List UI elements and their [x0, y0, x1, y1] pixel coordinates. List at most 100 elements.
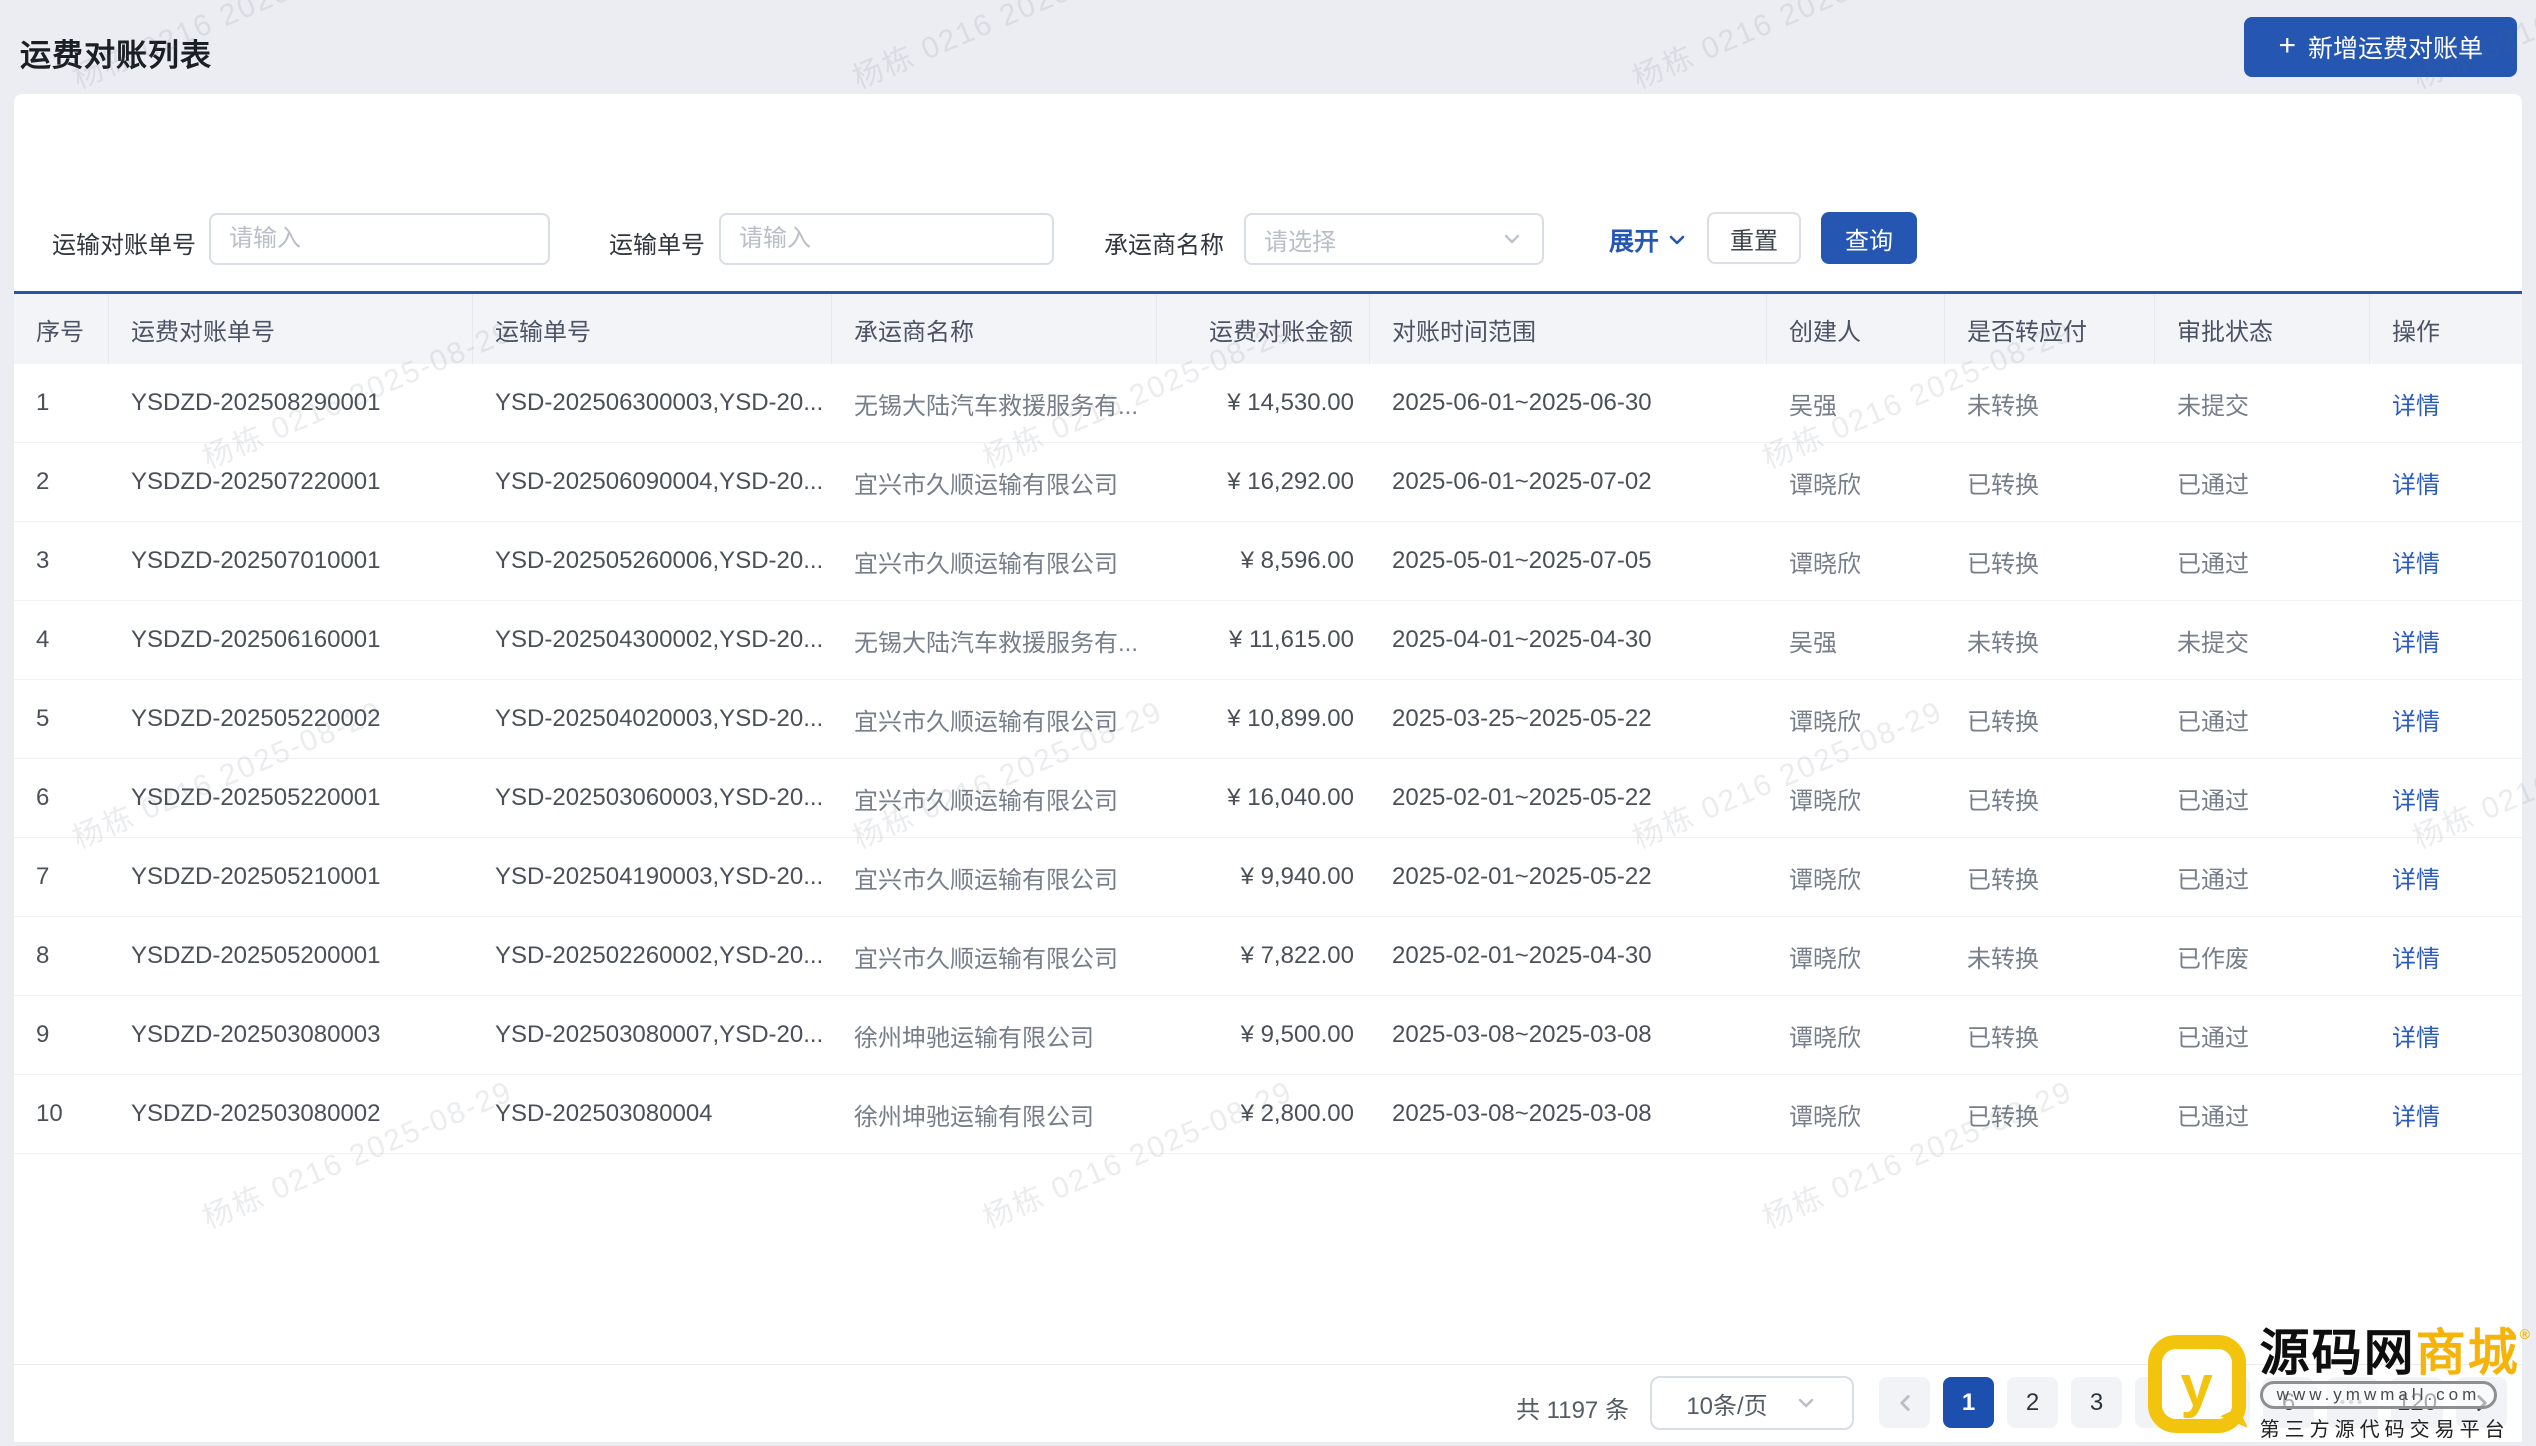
- cell-carrier: 宜兴市久顺运输有限公司: [854, 866, 1118, 894]
- detail-link[interactable]: 详情: [2392, 781, 2440, 816]
- cell-amount: ¥ 10,899.00: [1227, 705, 1354, 732]
- col-header-seq: 序号: [14, 294, 109, 364]
- cell-converted: 已转换: [1967, 471, 2039, 499]
- detail-link[interactable]: 详情: [2392, 939, 2440, 974]
- col-header-amount: 运费对账金额: [1157, 294, 1370, 364]
- cell-carrier: 徐州坤驰运输有限公司: [854, 1024, 1094, 1052]
- filter-label-transport-no: 运输单号: [609, 232, 705, 259]
- cell-bill-no: YSDZD-202503080002: [131, 1100, 381, 1127]
- cell-converted: 未转换: [1967, 629, 2039, 657]
- cell-amount: ¥ 9,500.00: [1240, 1021, 1354, 1048]
- detail-link[interactable]: 详情: [2392, 1018, 2440, 1053]
- cell-creator: 谭晓欣: [1789, 708, 1861, 736]
- cell-carrier: 无锡大陆汽车救援服务有...: [854, 392, 1139, 420]
- cell-bill-no: YSDZD-202507010001: [131, 547, 381, 574]
- page-button-3[interactable]: 3: [2071, 1377, 2122, 1428]
- table-row: 2 YSDZD-202507220001 YSD-202506090004,YS…: [14, 443, 2522, 522]
- table-header: 序号 运费对账单号 运输单号 承运商名称 运费对账金额 对账时间范围 创建人 是…: [14, 294, 2522, 364]
- col-header-approval: 审批状态: [2155, 294, 2370, 364]
- cell-creator: 谭晓欣: [1789, 1024, 1861, 1052]
- table-row: 7 YSDZD-202505210001 YSD-202504190003,YS…: [14, 838, 2522, 917]
- cell-amount: ¥ 2,800.00: [1240, 1100, 1354, 1127]
- cell-creator: 吴强: [1789, 392, 1837, 420]
- expand-filters-link[interactable]: 展开: [1609, 222, 1689, 258]
- cell-approval: 已通过: [2177, 1024, 2249, 1052]
- cell-bill-no: YSDZD-202505200001: [131, 942, 381, 969]
- table-row: 8 YSDZD-202505200001 YSD-202502260002,YS…: [14, 917, 2522, 996]
- detail-link[interactable]: 详情: [2392, 623, 2440, 658]
- cell-date-range: 2025-02-01~2025-05-22: [1392, 784, 1652, 811]
- cell-carrier: 宜兴市久顺运输有限公司: [854, 787, 1118, 815]
- detail-link[interactable]: 详情: [2392, 860, 2440, 895]
- chevron-left-icon: [1899, 1394, 1910, 1411]
- col-header-bill-no: 运费对账单号: [109, 294, 473, 364]
- cell-date-range: 2025-05-01~2025-07-05: [1392, 547, 1652, 574]
- cell-approval: 未提交: [2177, 392, 2249, 420]
- prev-page-button[interactable]: [1879, 1377, 1930, 1428]
- detail-link[interactable]: 详情: [2392, 465, 2440, 500]
- cell-amount: ¥ 8,596.00: [1240, 547, 1354, 574]
- page-size-select[interactable]: 10条/页: [1650, 1376, 1854, 1430]
- detail-link[interactable]: 详情: [2392, 544, 2440, 579]
- chevron-down-icon: [1504, 234, 1520, 244]
- cell-creator: 谭晓欣: [1789, 945, 1861, 973]
- table-row: 3 YSDZD-202507010001 YSD-202505260006,YS…: [14, 522, 2522, 601]
- chevron-down-icon: [1798, 1398, 1813, 1408]
- cell-transport: YSD-202504020003,YSD-20...: [495, 705, 824, 732]
- col-header-transport: 运输单号: [473, 294, 832, 364]
- detail-link[interactable]: 详情: [2392, 386, 2440, 421]
- cell-seq: 10: [36, 1100, 63, 1127]
- cell-transport: YSD-202503080004: [495, 1100, 713, 1127]
- cell-transport: YSD-202504300002,YSD-20...: [495, 626, 824, 653]
- cell-seq: 8: [36, 942, 50, 969]
- cell-creator: 谭晓欣: [1789, 1103, 1861, 1131]
- brand-url: www.ymwmall.com: [2259, 1381, 2498, 1409]
- cell-bill-no: YSDZD-202506160001: [131, 626, 381, 653]
- page-button-1[interactable]: 1: [1943, 1377, 1994, 1428]
- brand-arrow-icon: [2219, 1408, 2248, 1437]
- cell-amount: ¥ 11,615.00: [1228, 626, 1354, 653]
- cell-amount: ¥ 7,822.00: [1240, 942, 1354, 969]
- brand-name: 源码网商城®: [2260, 1324, 2532, 1381]
- cell-approval: 已通过: [2177, 787, 2249, 815]
- brand-name-yellow: 商城: [2415, 1324, 2520, 1381]
- cell-carrier: 无锡大陆汽车救援服务有...: [854, 629, 1139, 657]
- brand-letter: y: [2180, 1353, 2213, 1419]
- cell-date-range: 2025-03-25~2025-05-22: [1392, 705, 1652, 732]
- brand-logo: y 源码网商城® www.ymwmall.com 第三方源代码交易平台: [2147, 1324, 2532, 1443]
- table-row: 4 YSDZD-202506160001 YSD-202504300002,YS…: [14, 601, 2522, 680]
- add-reconciliation-button-label: 新增运费对账单: [2307, 35, 2483, 63]
- cell-bill-no: YSDZD-202505220001: [131, 784, 381, 811]
- transport-no-input[interactable]: [719, 213, 1054, 265]
- cell-creator: 谭晓欣: [1789, 550, 1861, 578]
- detail-link[interactable]: 详情: [2392, 1097, 2440, 1132]
- cell-amount: ¥ 14,530.00: [1227, 389, 1354, 416]
- reset-button[interactable]: 重置: [1707, 212, 1801, 264]
- bill-no-input[interactable]: [209, 213, 550, 265]
- cell-seq: 2: [36, 468, 50, 495]
- carrier-select[interactable]: 请选择: [1244, 213, 1544, 265]
- table-row: 6 YSDZD-202505220001 YSD-202503060003,YS…: [14, 759, 2522, 838]
- col-header-carrier: 承运商名称: [832, 294, 1157, 364]
- cell-bill-no: YSDZD-202503080003: [131, 1021, 381, 1048]
- filter-label-bill-no: 运输对账单号: [52, 232, 196, 259]
- add-reconciliation-button[interactable]: + 新增运费对账单: [2244, 17, 2517, 77]
- cell-carrier: 徐州坤驰运输有限公司: [854, 1103, 1094, 1131]
- table-row: 10 YSDZD-202503080002 YSD-202503080004 徐…: [14, 1075, 2522, 1154]
- col-header-date-range: 对账时间范围: [1370, 294, 1767, 364]
- cell-converted: 已转换: [1967, 866, 2039, 894]
- page-button-2[interactable]: 2: [2007, 1377, 2058, 1428]
- detail-link[interactable]: 详情: [2392, 702, 2440, 737]
- cell-transport: YSD-202502260002,YSD-20...: [495, 942, 824, 969]
- brand-y-icon: y: [2147, 1335, 2248, 1437]
- topbar: 运费对账列表 + 新增运费对账单: [0, 0, 2536, 94]
- query-button[interactable]: 查询: [1821, 212, 1917, 264]
- cell-seq: 1: [36, 389, 50, 416]
- cell-approval: 已通过: [2177, 1103, 2249, 1131]
- cell-transport: YSD-202506300003,YSD-20...: [495, 389, 824, 416]
- carrier-select-placeholder: 请选择: [1264, 228, 1336, 256]
- cell-bill-no: YSDZD-202505210001: [131, 863, 381, 890]
- cell-converted: 已转换: [1967, 1103, 2039, 1131]
- cell-approval: 已通过: [2177, 866, 2249, 894]
- col-header-converted: 是否转应付: [1945, 294, 2155, 364]
